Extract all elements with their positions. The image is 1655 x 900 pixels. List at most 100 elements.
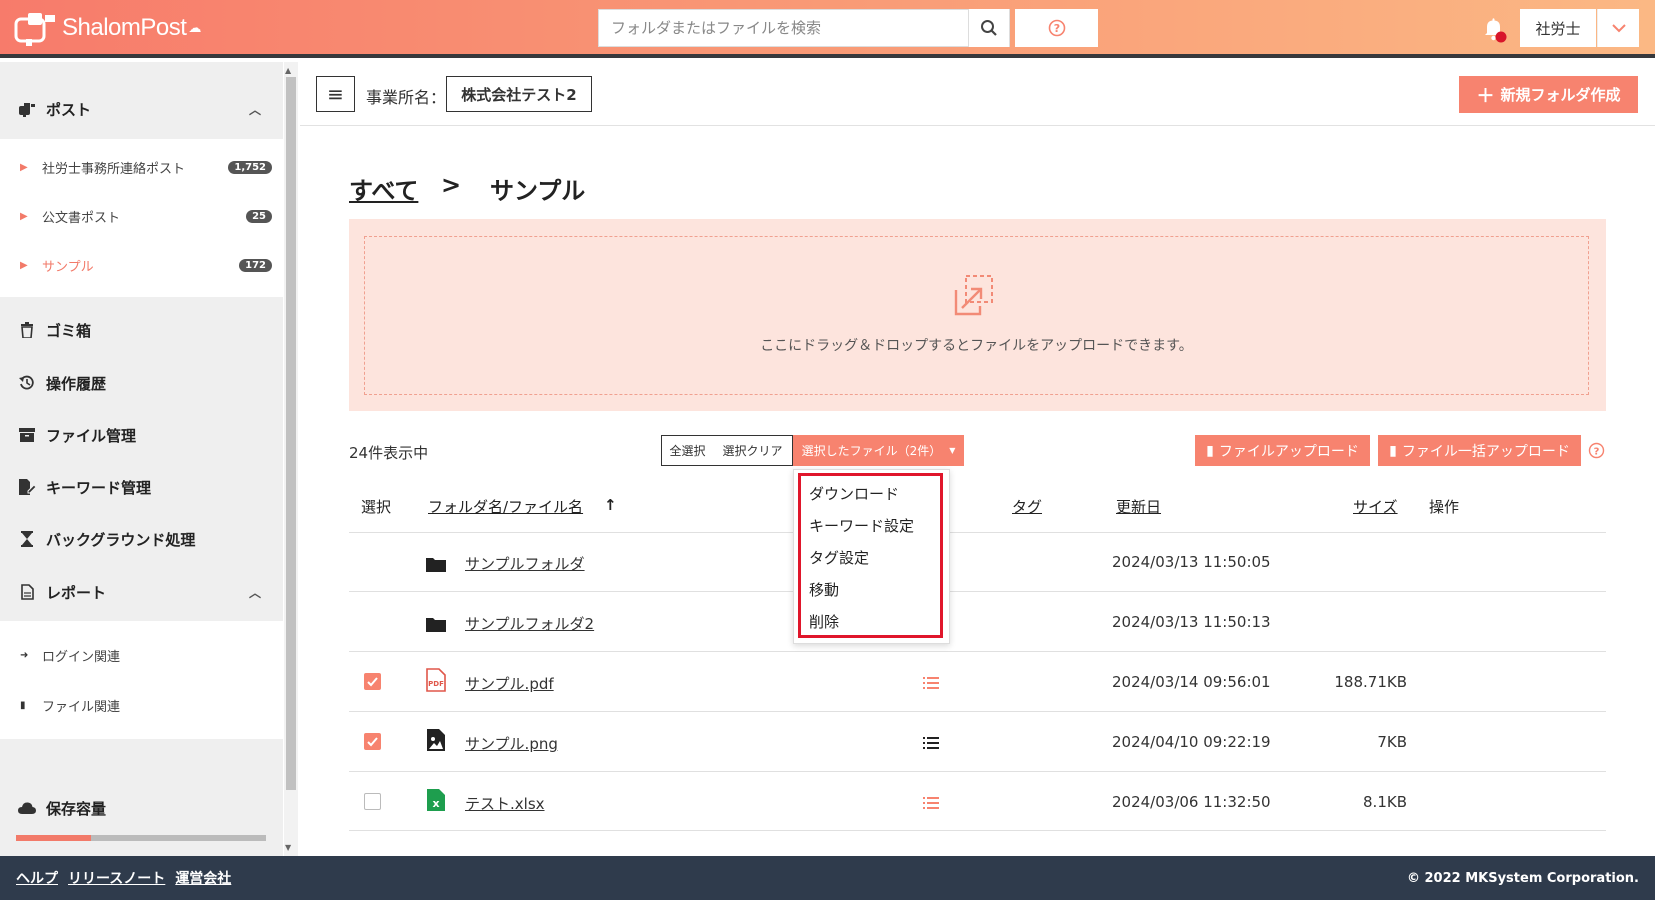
check-icon — [367, 737, 378, 747]
new-folder-button[interactable]: ＋ 新規フォルダ作成 — [1459, 76, 1638, 113]
column-header-name[interactable]: フォルダ名/ファイル名 — [428, 496, 583, 517]
sidebar-item-trash[interactable]: ゴミ箱 — [0, 315, 283, 345]
file-upload-button[interactable]: ▮ ファイルアップロード — [1195, 435, 1370, 466]
help-circle-icon[interactable]: ? — [1588, 442, 1605, 459]
history-icon — [16, 375, 38, 391]
svg-text:PDF: PDF — [428, 680, 444, 688]
breadcrumb-current: サンプル — [490, 177, 586, 205]
menu-toggle-button[interactable]: ≡ — [316, 76, 355, 112]
breadcrumb-all-link[interactable]: すべて — [349, 171, 418, 206]
cloud-icon: ☁ — [188, 20, 202, 36]
file-name-link[interactable]: サンプルフォルダ2 — [465, 613, 594, 634]
file-edit-icon — [16, 479, 38, 495]
sidebar-item-file-report[interactable]: ▮ ファイル関連 — [0, 690, 283, 720]
sidebar-item-sample[interactable]: ▶ サンプル 172 — [0, 250, 283, 280]
search-box — [598, 9, 1010, 47]
file-name-link[interactable]: サンプル.pdf — [465, 673, 554, 694]
count-badge: 1,752 — [228, 160, 272, 174]
scroll-up-arrow-icon[interactable]: ▲ — [285, 66, 291, 75]
item-count: 24件表示中 — [349, 444, 429, 462]
chevron-up-icon: ︿ — [248, 102, 261, 117]
row-divider — [349, 591, 1606, 592]
help-circle-icon: ? — [1048, 19, 1065, 37]
sidebar-item-background[interactable]: バックグラウンド処理 — [0, 524, 283, 554]
sidebar-group-post[interactable]: ポスト ︿ — [0, 94, 283, 124]
caret-right-icon: ▶ — [20, 259, 28, 271]
sidebar-item-label: サンプル — [42, 259, 94, 275]
sidebar-item-shaloumushi-post[interactable]: ▶ 社労士事務所連絡ポスト 1,752 — [0, 152, 283, 182]
logo-text: ShalomPost — [62, 14, 187, 41]
file-size: 8.1KB — [1363, 793, 1407, 811]
sidebar-item-history[interactable]: 操作履歴 — [0, 368, 283, 398]
file-upload-label: ファイルアップロード — [1218, 443, 1359, 460]
archive-box-icon — [16, 428, 38, 442]
hourglass-icon — [16, 531, 38, 547]
file-size: 7KB — [1377, 733, 1407, 751]
chevron-down-icon — [1611, 24, 1626, 33]
selected-files-dropdown-button[interactable]: 選択したファイル（2件） ▼ — [793, 435, 964, 466]
row-checkbox[interactable] — [364, 733, 381, 750]
menu-item-delete[interactable]: 削除 — [809, 611, 839, 632]
column-header-size[interactable]: サイズ — [1353, 496, 1398, 517]
sidebar-item-label: ファイル管理 — [46, 426, 137, 445]
sidebar-item-storage[interactable]: 保存容量 — [0, 793, 283, 823]
upload-drop-icon — [954, 275, 993, 316]
app-footer: ヘルプ リリースノート 運営会社 © 2022 MKSystem Corpora… — [0, 856, 1655, 900]
pdf-icon: PDF — [426, 668, 446, 692]
search-input[interactable] — [599, 10, 968, 46]
sidebar-group-report[interactable]: レポート ︿ — [0, 577, 283, 607]
row-divider — [349, 532, 1606, 533]
scroll-down-arrow-icon[interactable]: ▼ — [285, 843, 291, 852]
footer-company-link[interactable]: 運営会社 — [175, 868, 231, 888]
file-name-link[interactable]: サンプル.png — [465, 733, 558, 754]
sidebar-group-label: レポート — [46, 583, 107, 602]
office-name-box[interactable]: 株式会社テスト2 — [446, 76, 592, 112]
sidebar-item-login-report[interactable]: ➜ ログイン関連 — [0, 640, 283, 670]
menu-item-tag-setting[interactable]: タグ設定 — [809, 547, 869, 568]
app-logo[interactable]: ShalomPost ☁ — [14, 9, 201, 47]
sort-ascending-icon[interactable]: ↑ — [604, 496, 617, 514]
selected-files-label: 選択したファイル（2件） — [801, 444, 942, 458]
trash-icon — [16, 322, 38, 338]
search-button[interactable] — [968, 9, 1009, 47]
notification-bell-icon[interactable] — [1481, 16, 1507, 44]
files-upload-icon: ▮ — [1389, 442, 1397, 459]
row-divider — [349, 711, 1606, 712]
sidebar-item-keyword-manage[interactable]: キーワード管理 — [0, 472, 283, 502]
sidebar-report-list — [0, 621, 283, 739]
file-date: 2024/03/14 09:56:01 — [1112, 673, 1271, 691]
clear-selection-button[interactable]: 選択クリア — [713, 435, 793, 466]
sidebar-item-file-manage[interactable]: ファイル管理 — [0, 420, 283, 450]
select-all-button[interactable]: 全選択 — [661, 435, 714, 466]
search-icon — [981, 20, 997, 36]
new-folder-label: 新規フォルダ作成 — [1500, 86, 1621, 104]
bulk-upload-button[interactable]: ▮ ファイル一括アップロード — [1378, 435, 1581, 466]
menu-item-move[interactable]: 移動 — [809, 579, 839, 600]
tag-list-icon[interactable] — [923, 676, 939, 690]
menu-item-download[interactable]: ダウンロード — [809, 483, 899, 504]
column-header-tag[interactable]: タグ — [1012, 496, 1042, 517]
user-name[interactable]: 社労士 — [1520, 9, 1596, 47]
file-date: 2024/03/13 11:50:05 — [1112, 553, 1271, 571]
footer-release-notes-link[interactable]: リリースノート — [68, 868, 165, 888]
user-menu-toggle[interactable] — [1597, 9, 1639, 47]
file-date: 2024/04/10 09:22:19 — [1112, 733, 1271, 751]
sidebar-scroll-thumb[interactable] — [286, 77, 296, 790]
caret-down-icon: ▼ — [949, 446, 956, 455]
footer-help-link[interactable]: ヘルプ — [16, 868, 58, 888]
plus-icon: ＋ — [1476, 85, 1495, 107]
help-button[interactable]: ? — [1015, 9, 1098, 47]
column-header-updated[interactable]: 更新日 — [1116, 496, 1161, 517]
row-checkbox[interactable] — [364, 793, 381, 810]
app-header: ShalomPost ☁ ? 社労士 — [0, 0, 1655, 58]
menu-item-keyword-setting[interactable]: キーワード設定 — [809, 515, 914, 536]
mailbox-icon — [16, 101, 38, 117]
tag-list-icon[interactable] — [923, 736, 939, 750]
file-name-link[interactable]: サンプルフォルダ — [465, 553, 585, 574]
sidebar-item-official-post[interactable]: ▶ 公文書ポスト 25 — [0, 201, 283, 231]
file-name-link[interactable]: テスト.xlsx — [465, 793, 545, 814]
tag-list-icon[interactable] — [923, 796, 939, 810]
row-checkbox[interactable] — [364, 673, 381, 690]
row-divider — [349, 651, 1606, 652]
sign-in-icon: ➜ — [20, 649, 29, 661]
